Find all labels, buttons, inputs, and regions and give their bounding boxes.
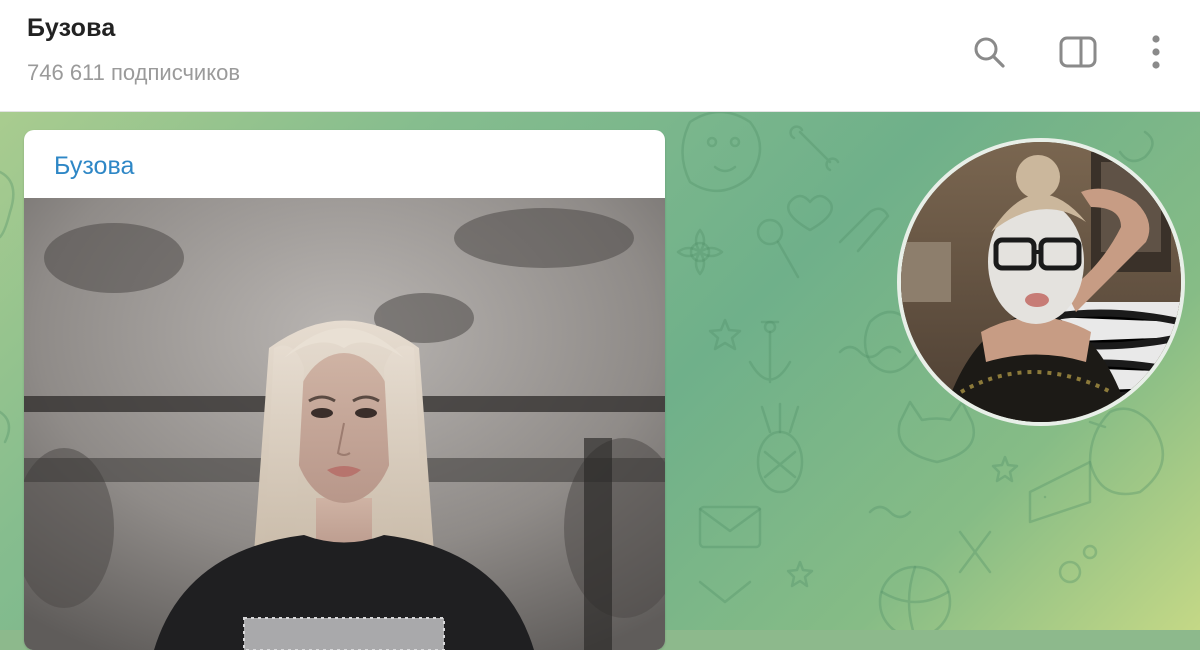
- more-vertical-icon: [1152, 35, 1160, 69]
- photo-image: [24, 198, 665, 650]
- message-bubble[interactable]: Бузова: [24, 130, 665, 650]
- subscriber-count: 746 611 подписчиков: [27, 60, 241, 85]
- round-video-image: [901, 142, 1181, 422]
- search-icon: [974, 37, 1005, 68]
- search-button[interactable]: [965, 28, 1013, 76]
- message-sender[interactable]: Бузова: [54, 152, 134, 181]
- message-photo[interactable]: [24, 198, 665, 650]
- more-button[interactable]: [1132, 28, 1180, 76]
- chat-header: Бузова 746 611 подписчиков: [0, 0, 1200, 112]
- sidebar-toggle-icon: [1059, 36, 1097, 68]
- channel-title[interactable]: Бузова: [27, 14, 115, 43]
- round-video-message[interactable]: [897, 138, 1185, 426]
- sidebar-toggle-button[interactable]: [1054, 28, 1102, 76]
